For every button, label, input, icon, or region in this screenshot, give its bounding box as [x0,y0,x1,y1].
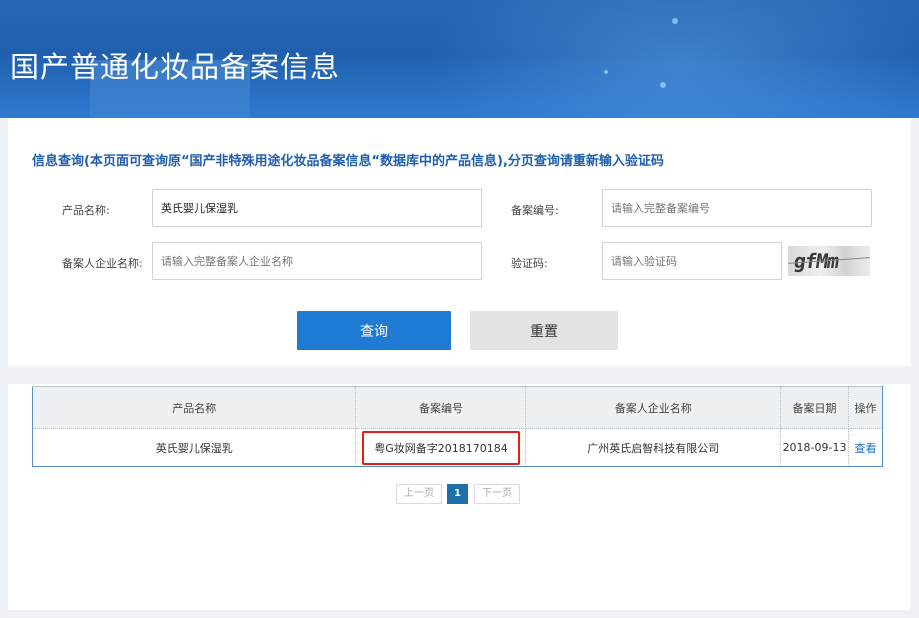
search-notice: 信息查询(本页面可查询原“国产非特殊用途化妆品备案信息“数据库中的产品信息),分… [32,154,664,169]
product-name-input[interactable] [152,189,482,227]
captcha-input[interactable] [602,242,782,280]
column-header: 产品名称 [31,386,357,429]
prev-page-button[interactable]: 上一页 [396,484,442,504]
column-header: 备案编号 [355,386,527,429]
header-banner: 国产普通化妆品备案信息 [0,0,919,118]
cell-company: 广州英氏启智科技有限公司 [525,428,782,467]
column-header: 备案人企业名称 [525,386,782,429]
table-row: 英氏婴儿保湿乳 粤G妆网备字2018170184 广州英氏启智科技有限公司 20… [31,428,883,467]
reset-button[interactable]: 重置 [470,311,618,350]
captcha-image[interactable]: gfMm [788,246,870,276]
captcha-label: 验证码: [511,257,548,270]
reg-no-label: 备案编号: [511,204,559,217]
query-button[interactable]: 查询 [297,311,451,350]
cell-action: 查看 [848,428,883,467]
banner-dot [604,70,608,74]
cell-date: 2018-09-13 [780,428,849,467]
column-header: 操作 [848,386,883,429]
results-panel: 产品名称 备案编号 备案人企业名称 备案日期 操作 英氏婴儿保湿乳 粤G妆网备字… [8,384,911,610]
company-input[interactable] [152,242,482,280]
banner-dot [672,18,678,24]
page-1-button[interactable]: 1 [447,484,468,504]
results-table: 产品名称 备案编号 备案人企业名称 备案日期 操作 英氏婴儿保湿乳 粤G妆网备字… [31,386,883,467]
table-header-row: 产品名称 备案编号 备案人企业名称 备案日期 操作 [31,386,883,429]
search-panel: 信息查询(本页面可查询原“国产非特殊用途化妆品备案信息“数据库中的产品信息),分… [8,118,911,366]
reg-no-input[interactable] [602,189,872,227]
product-name-label: 产品名称: [62,204,110,217]
page-title: 国产普通化妆品备案信息 [10,50,341,84]
banner-dot [660,82,666,88]
cell-product-name: 英氏婴儿保湿乳 [31,428,357,467]
company-label: 备案人企业名称: [62,257,143,270]
banner-glow [420,0,919,118]
column-header: 备案日期 [780,386,849,429]
cell-reg-no: 粤G妆网备字2018170184 [355,428,527,467]
next-page-button[interactable]: 下一页 [474,484,520,504]
view-link[interactable]: 查看 [855,442,877,455]
highlighted-reg-no: 粤G妆网备字2018170184 [362,430,520,465]
